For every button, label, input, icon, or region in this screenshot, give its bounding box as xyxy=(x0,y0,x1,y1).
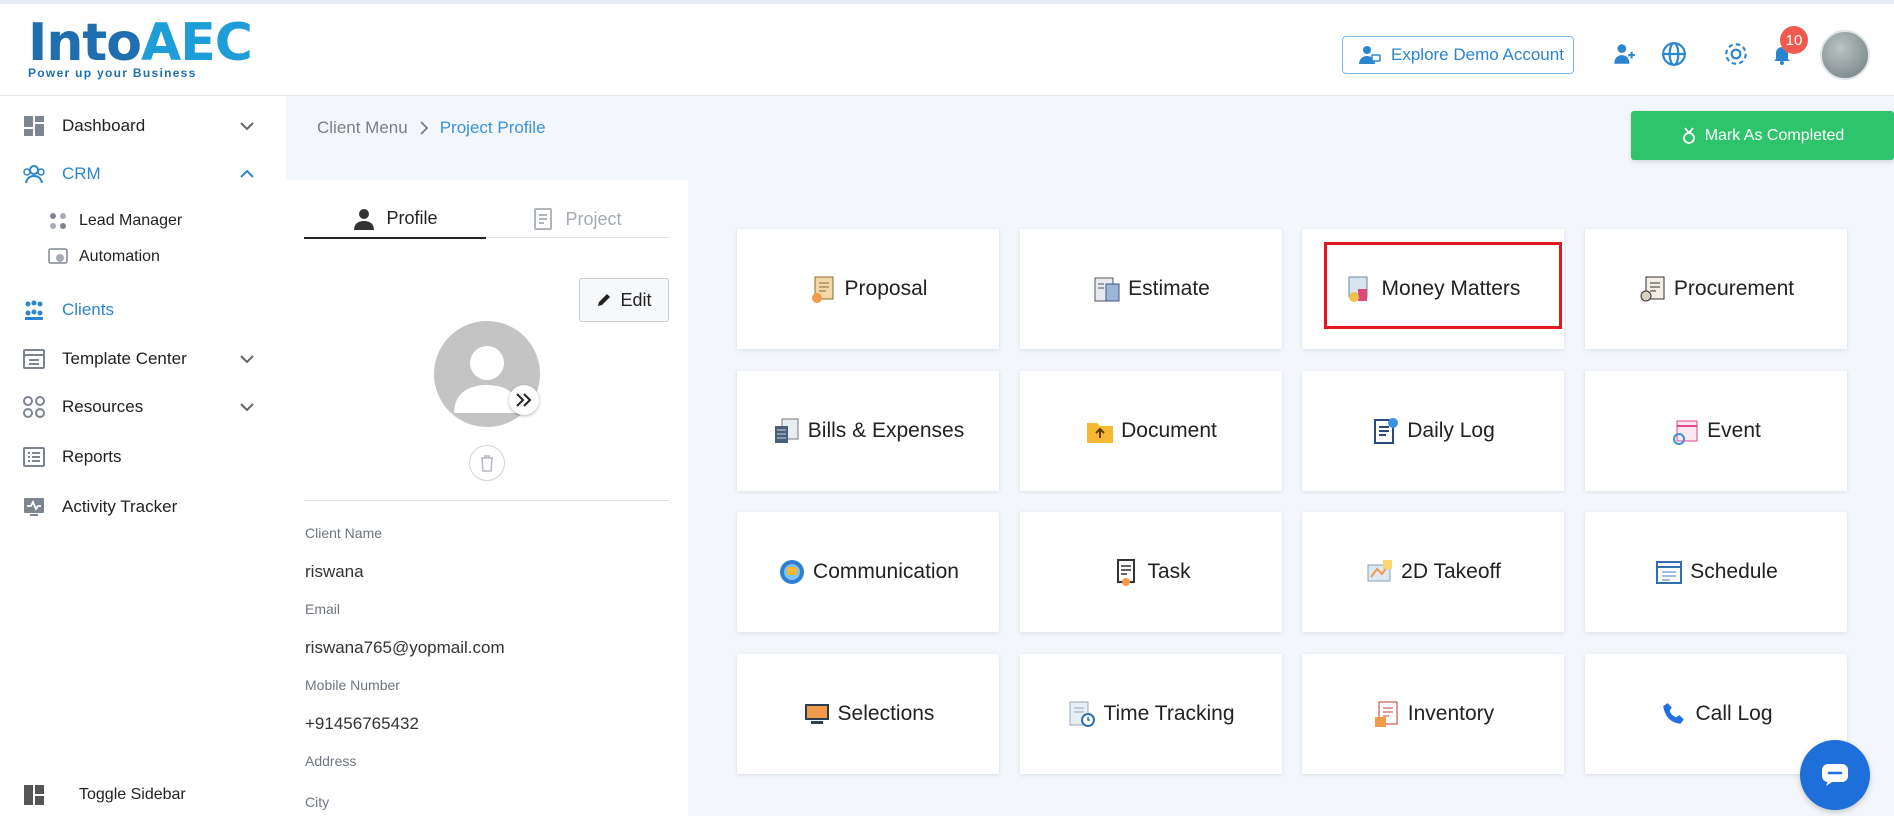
pencil-icon xyxy=(598,294,611,306)
demo-user-icon xyxy=(1359,46,1381,64)
reports-icon xyxy=(23,447,45,467)
money-matters-icon xyxy=(1346,274,1376,304)
toggle-sidebar-button[interactable]: Toggle Sidebar xyxy=(0,775,286,815)
edit-button[interactable]: Edit xyxy=(579,278,669,322)
template-icon xyxy=(23,349,45,369)
clients-icon xyxy=(25,300,43,320)
procurement-icon xyxy=(1638,274,1668,304)
module-daily-log[interactable]: Daily Log xyxy=(1302,371,1564,491)
document-icon xyxy=(1085,416,1115,446)
sidebar-item-clients[interactable]: Clients xyxy=(0,290,286,330)
notification-badge: 10 xyxy=(1780,26,1808,54)
module-event[interactable]: Event xyxy=(1585,371,1847,491)
lead-manager-icon xyxy=(50,213,66,229)
module-procurement[interactable]: Procurement xyxy=(1585,229,1847,349)
profile-panel: Profile Project Edit Client Name riswana… xyxy=(286,180,688,816)
explore-demo-button[interactable]: Explore Demo Account xyxy=(1342,36,1574,74)
chevron-down-icon xyxy=(240,122,254,131)
client-name-label: Client Name xyxy=(305,525,383,541)
module-2d-takeoff[interactable]: 2D Takeoff xyxy=(1302,512,1564,632)
automation-icon xyxy=(48,248,68,264)
user-icon xyxy=(354,208,375,230)
module-schedule[interactable]: Schedule xyxy=(1585,512,1847,632)
divider xyxy=(304,500,669,501)
sidebar-item-resources[interactable]: Resources xyxy=(0,387,286,427)
mobile-value: +91456765432 xyxy=(305,714,419,733)
module-selections[interactable]: Selections xyxy=(737,654,999,774)
gear-icon[interactable] xyxy=(1720,38,1752,70)
toggle-sidebar-icon xyxy=(24,785,44,805)
module-money-matters[interactable]: Money Matters xyxy=(1302,229,1564,349)
trash-icon xyxy=(481,455,493,472)
app-logo[interactable]: IntoAEC Power up your Business xyxy=(28,17,253,88)
inventory-icon xyxy=(1372,699,1402,729)
delete-photo-button[interactable] xyxy=(469,445,505,481)
tab-profile[interactable]: Profile xyxy=(304,200,486,239)
medal-icon xyxy=(1682,126,1695,144)
module-bills-expenses[interactable]: Bills & Expenses xyxy=(737,371,999,491)
proposal-icon xyxy=(809,274,839,304)
logo-tagline: Power up your Business xyxy=(28,66,197,80)
double-chevron-right-icon[interactable] xyxy=(509,385,539,415)
profile-tabs: Profile Project xyxy=(304,200,669,239)
module-estimate[interactable]: Estimate xyxy=(1020,229,1282,349)
sidebar-item-activity-tracker[interactable]: Activity Tracker xyxy=(0,487,286,527)
sidebar-item-lead-manager[interactable]: Lead Manager xyxy=(0,205,286,237)
sidebar-item-crm[interactable]: CRM xyxy=(0,154,286,194)
bills-icon xyxy=(772,416,802,446)
selections-icon xyxy=(802,699,832,729)
dashboard-icon xyxy=(24,116,44,136)
sidebar: Dashboard CRM Lead Manager Automation Cl… xyxy=(0,96,286,816)
module-task[interactable]: Task xyxy=(1020,512,1282,632)
mark-completed-button[interactable]: Mark As Completed xyxy=(1631,111,1894,160)
event-icon xyxy=(1671,416,1701,446)
tab-project[interactable]: Project xyxy=(486,200,669,238)
chevron-down-icon xyxy=(240,403,254,412)
sidebar-item-reports[interactable]: Reports xyxy=(0,437,286,477)
communication-icon xyxy=(777,557,807,587)
task-icon xyxy=(1111,557,1141,587)
estimate-icon xyxy=(1092,274,1122,304)
module-inventory[interactable]: Inventory xyxy=(1302,654,1564,774)
module-communication[interactable]: Communication xyxy=(737,512,999,632)
top-header: IntoAEC Power up your Business Explore D… xyxy=(0,0,1894,96)
add-user-icon[interactable] xyxy=(1608,38,1640,70)
chevron-down-icon xyxy=(240,355,254,364)
city-label: City xyxy=(305,794,330,810)
crm-icon xyxy=(23,165,45,184)
chevron-up-icon xyxy=(240,169,254,178)
schedule-icon xyxy=(1654,557,1684,587)
sidebar-item-template-center[interactable]: Template Center xyxy=(0,339,286,379)
project-icon xyxy=(534,208,553,230)
resources-icon xyxy=(23,396,45,418)
module-time-tracking[interactable]: Time Tracking xyxy=(1020,654,1282,774)
email-label: Email xyxy=(305,601,341,617)
mobile-label: Mobile Number xyxy=(305,677,400,693)
globe-icon[interactable] xyxy=(1658,38,1690,70)
takeoff-icon xyxy=(1365,557,1395,587)
user-avatar[interactable] xyxy=(1820,30,1870,80)
activity-icon xyxy=(24,498,44,516)
breadcrumb-current: Project Profile xyxy=(439,118,546,137)
sidebar-item-automation[interactable]: Automation xyxy=(0,241,286,273)
sidebar-item-dashboard[interactable]: Dashboard xyxy=(0,106,286,146)
client-name-value: riswana xyxy=(305,562,364,581)
email-value: riswana765@yopmail.com xyxy=(305,638,505,657)
call-log-icon xyxy=(1659,699,1689,729)
daily-log-icon xyxy=(1371,416,1401,446)
chat-icon[interactable] xyxy=(1800,740,1870,810)
address-label: Address xyxy=(305,753,357,769)
chevron-right-icon xyxy=(420,121,428,135)
module-document[interactable]: Document xyxy=(1020,371,1282,491)
breadcrumb: Client Menu Project Profile xyxy=(317,118,546,138)
breadcrumb-parent[interactable]: Client Menu xyxy=(317,118,408,138)
module-proposal[interactable]: Proposal xyxy=(737,229,999,349)
time-tracking-icon xyxy=(1067,699,1097,729)
